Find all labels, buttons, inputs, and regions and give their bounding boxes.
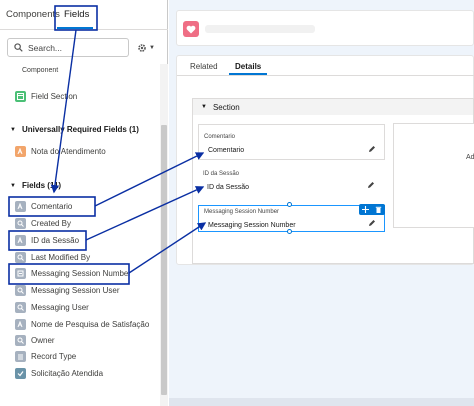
chevron-down-icon: ▼ (149, 45, 155, 51)
autonumber-field-icon (15, 267, 26, 279)
list-item-record-type[interactable]: Record Type (15, 348, 76, 364)
field-value: Messaging Session Number (208, 222, 296, 229)
tab-related[interactable]: Related (190, 62, 218, 71)
resize-handle[interactable] (287, 202, 292, 207)
text-field-icon (15, 234, 26, 246)
field-label: ID da Sessão (203, 171, 240, 177)
record-tabset: Related Details (177, 56, 474, 76)
gear-icon (138, 44, 146, 52)
canvas-field-comentario[interactable]: Comentario Comentario (198, 124, 385, 160)
tab-fields[interactable]: Fields (64, 9, 89, 20)
list-item-messaging-session-number[interactable]: Messaging Session Number (15, 265, 131, 281)
trash-icon[interactable] (375, 206, 382, 213)
chevron-down-icon: ▼ (10, 126, 16, 133)
search-box[interactable] (7, 38, 129, 57)
list-item-comentario[interactable]: Comentario (15, 198, 72, 214)
settings-button[interactable]: ▼ (137, 40, 161, 56)
list-item-nome-de-pesquisa[interactable]: Nome de Pesquisa de Satisfação (15, 316, 149, 332)
field-value: Comentario (208, 147, 245, 154)
resize-handle[interactable] (287, 229, 292, 234)
field-label: Messaging Session Number (204, 209, 280, 215)
record-title-placeholder (205, 25, 315, 33)
text-field-icon (15, 200, 26, 212)
section-right-column[interactable] (393, 123, 474, 228)
list-item-messaging-session-user[interactable]: Messaging Session User (15, 282, 119, 298)
field-list: Component Field Section ▼ Universally Re… (0, 64, 160, 406)
move-icon[interactable] (362, 206, 369, 213)
canvas-field-id-da-sessao[interactable]: ID da Sessão ID da Sessão (198, 166, 385, 200)
section-universally-required[interactable]: ▼ Universally Required Fields (1) (10, 125, 139, 134)
list-item-id-da-sessao[interactable]: ID da Sessão (15, 232, 79, 248)
chevron-down-icon: ▼ (201, 104, 207, 110)
list-item-owner[interactable]: Owner (15, 332, 55, 348)
lookup-field-icon (15, 301, 26, 313)
list-item-messaging-user[interactable]: Messaging User (15, 299, 89, 315)
add-column-text: Ad (466, 154, 474, 161)
scrollbar-thumb[interactable] (161, 125, 167, 395)
tab-details[interactable]: Details (235, 62, 261, 71)
panel-tab-bar: Components Fields (0, 0, 168, 30)
list-item[interactable]: Component (22, 64, 58, 78)
list-item-last-modified-by[interactable]: Last Modified By (15, 249, 90, 265)
field-value: ID da Sessão (207, 184, 250, 191)
list-item-nota-do-atendimento[interactable]: Nota do Atendimento (15, 143, 106, 159)
pencil-icon[interactable] (368, 145, 376, 153)
record-header[interactable] (176, 10, 474, 46)
search-input[interactable] (28, 41, 126, 55)
checkbox-field-icon (15, 367, 26, 379)
lookup-field-icon (15, 251, 26, 263)
lookup-field-icon (15, 284, 26, 296)
list-item-created-by[interactable]: Created By (15, 215, 71, 231)
section-fields[interactable]: ▼ Fields (11) (10, 181, 61, 190)
section-header[interactable]: ▼ Section (193, 99, 473, 115)
list-item-field-section[interactable]: Field Section (15, 88, 77, 104)
active-tab-indicator (57, 27, 93, 29)
lookup-field-icon (15, 334, 26, 346)
field-label: Comentario (204, 134, 236, 140)
active-tab-indicator (229, 73, 267, 75)
heart-icon (183, 21, 199, 37)
canvas-field-messaging-session-number[interactable]: Messaging Session Number Messaging Sessi… (198, 205, 385, 232)
pencil-icon[interactable] (368, 219, 376, 227)
canvas-bottom-bar (169, 398, 474, 406)
picklist-field-icon (15, 350, 26, 362)
list-item-solicitacao-atendida[interactable]: Solicitação Atendida (15, 365, 103, 381)
field-section-icon (15, 90, 26, 102)
text-field-icon (15, 318, 26, 330)
chevron-down-icon: ▼ (10, 182, 16, 189)
lookup-field-icon (15, 217, 26, 229)
text-field-icon (15, 145, 26, 157)
pencil-icon[interactable] (367, 181, 375, 189)
search-icon (14, 43, 23, 52)
tab-components[interactable]: Components (6, 9, 60, 20)
field-toolbar (359, 204, 385, 215)
left-panel: Components Fields ▼ Component Field Sect… (0, 0, 168, 406)
